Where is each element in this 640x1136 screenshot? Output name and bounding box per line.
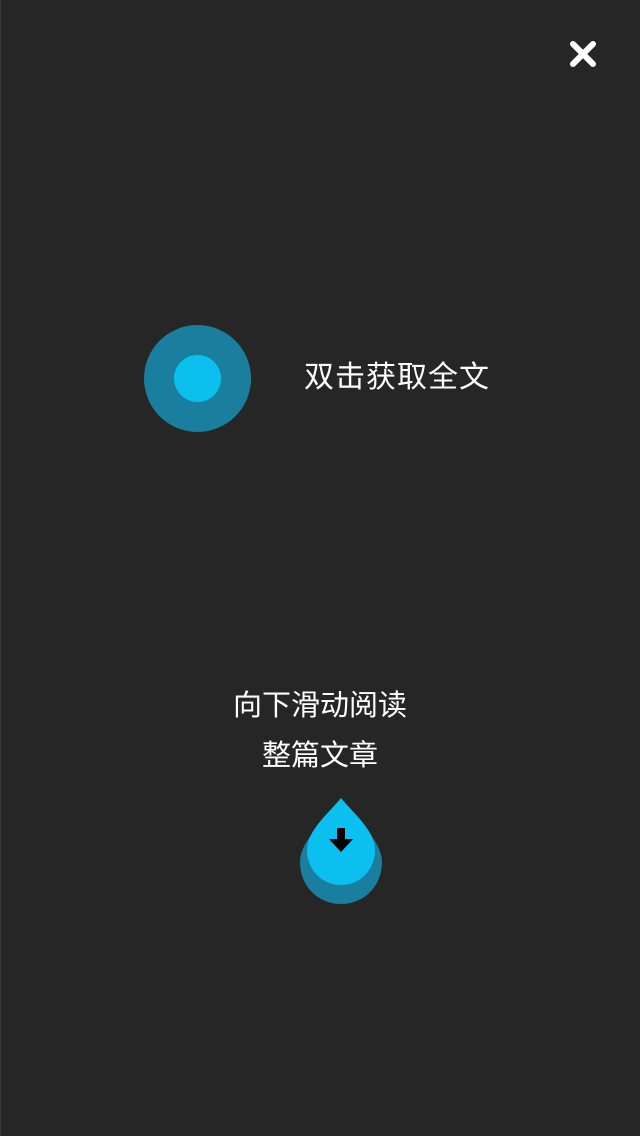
water-drop-down-arrow-icon: [298, 796, 384, 906]
swipe-hint-line1: 向下滑动阅读: [232, 688, 407, 722]
double-tap-indicator-icon: [144, 325, 251, 432]
swipe-hint-line2: 整篇文章: [261, 738, 378, 772]
double-tap-hint-text: 双击获取全文: [304, 360, 490, 395]
left-edge-divider: [0, 0, 1, 1136]
tap-indicator-core: [174, 355, 221, 402]
swipe-hint: 向下滑动阅读 整篇文章: [0, 680, 640, 780]
close-icon: [570, 41, 596, 67]
close-button[interactable]: [563, 34, 603, 74]
tutorial-overlay: 双击获取全文 向下滑动阅读 整篇文章: [0, 0, 640, 1136]
